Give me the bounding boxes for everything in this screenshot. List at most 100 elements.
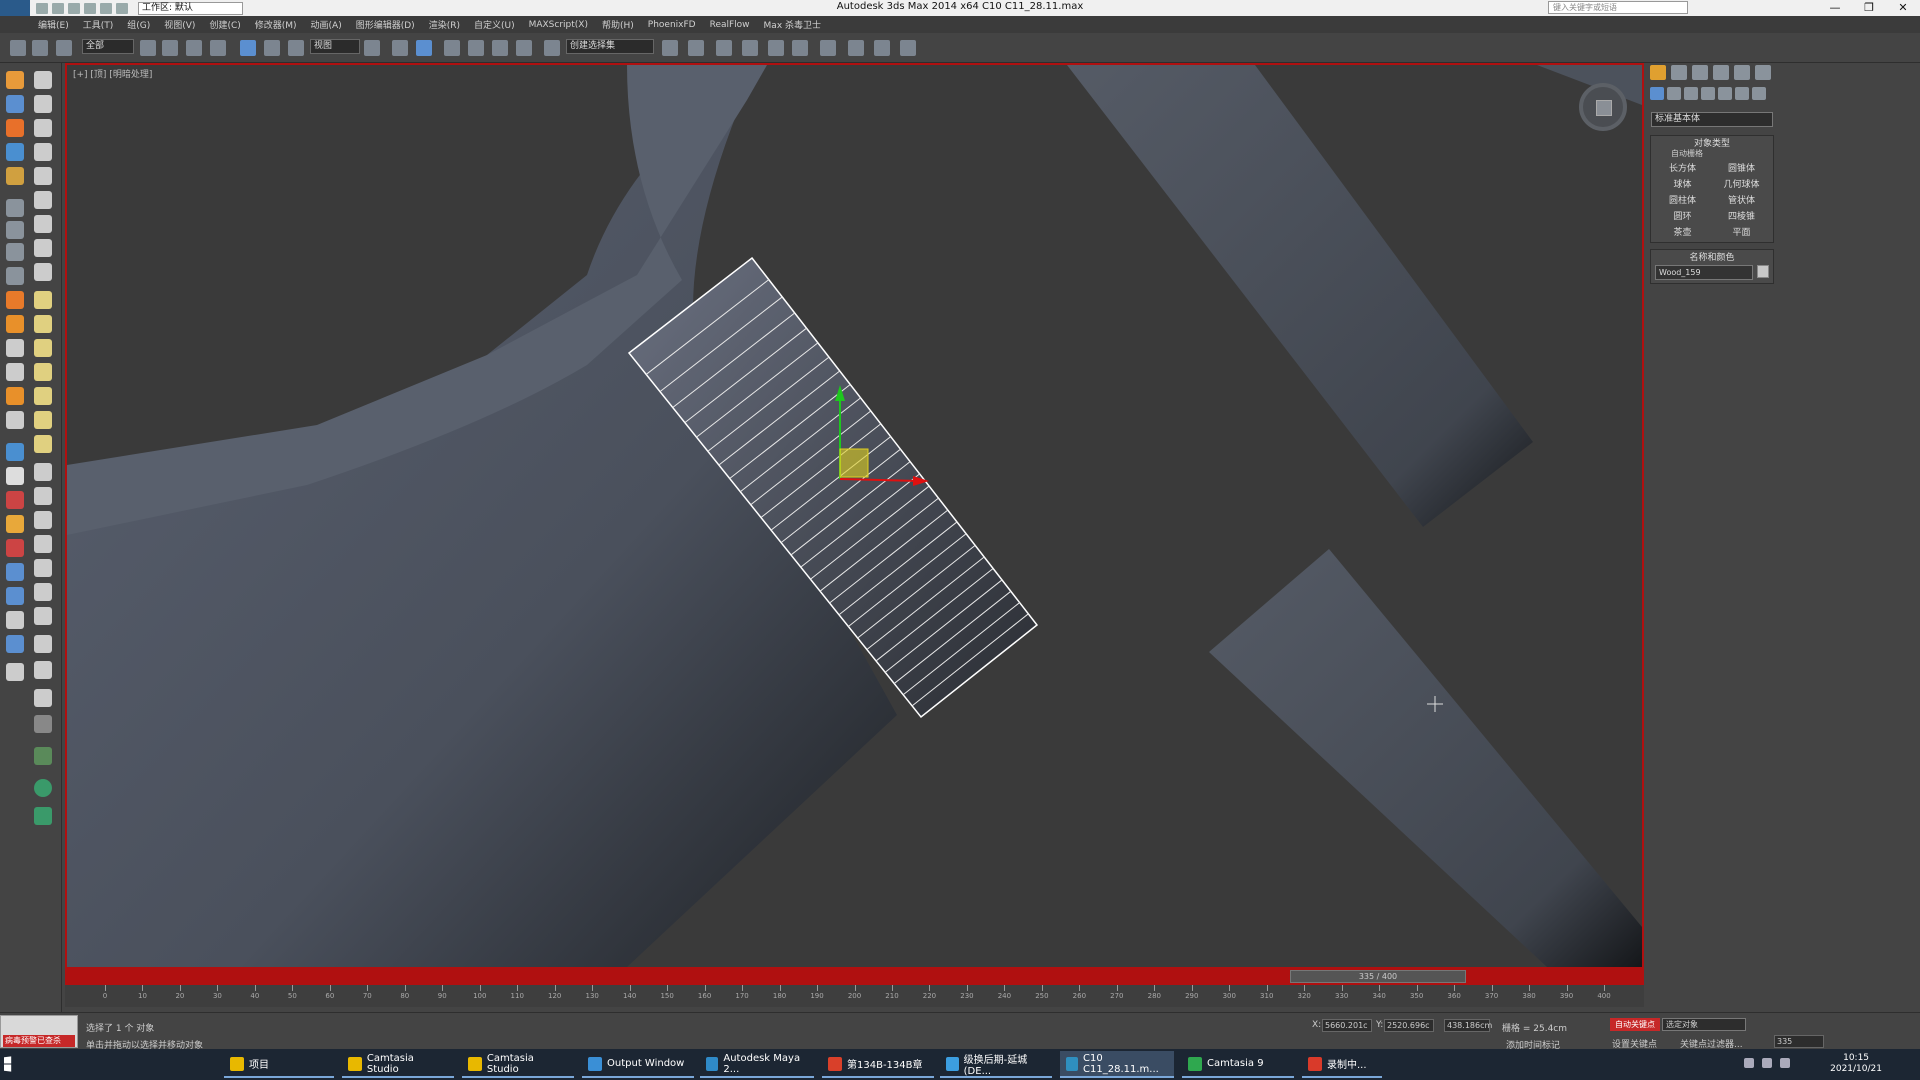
menu-create[interactable]: 创建(C) [209, 18, 240, 31]
keyboard-shortcut-icon[interactable] [416, 40, 432, 56]
stop-icon[interactable] [6, 243, 24, 261]
select-by-name-icon[interactable] [162, 40, 178, 56]
light-icon[interactable] [34, 191, 52, 209]
percent-snap-icon[interactable] [492, 40, 508, 56]
menu-max-antivirus[interactable]: Max 杀毒卫士 [764, 18, 821, 31]
space-warp-icon[interactable] [34, 263, 52, 281]
pause-icon[interactable] [6, 221, 24, 239]
align-icon[interactable] [688, 40, 704, 56]
antivirus-scan-icon[interactable] [34, 779, 52, 797]
undo-icon[interactable] [84, 2, 96, 14]
name-color-title[interactable]: 名称和颜色 [1651, 250, 1773, 263]
taskbar-app-button[interactable]: 项目 [224, 1051, 334, 1078]
cylinder-button[interactable]: 圆柱体 [1655, 194, 1710, 208]
ime-icon[interactable] [1780, 1058, 1790, 1068]
domain-icon[interactable] [6, 467, 24, 485]
max-tool-icon[interactable] [6, 71, 24, 89]
named-selection-dropdown[interactable]: 创建选择集 [566, 39, 654, 54]
project-folder-icon[interactable] [116, 2, 128, 14]
select-rotate-icon[interactable] [264, 40, 280, 56]
workspace-dropdown[interactable]: 工作区: 默认 [138, 1, 243, 15]
sun-icon[interactable] [34, 411, 52, 429]
mirror-icon[interactable] [662, 40, 678, 56]
object-type-title[interactable]: 对象类型 [1651, 136, 1773, 149]
cache-icon[interactable] [6, 635, 24, 653]
z-coordinate-field[interactable]: 438.186cm [1444, 1019, 1492, 1032]
script-icon[interactable] [34, 119, 52, 137]
unlink-icon[interactable] [32, 40, 48, 56]
network-icon[interactable] [1744, 1058, 1754, 1068]
render-setup-icon[interactable] [848, 40, 864, 56]
frame-slider[interactable]: 335 / 400 [1290, 970, 1466, 983]
simulator-icon[interactable] [6, 387, 24, 405]
grid-icon[interactable] [34, 167, 52, 185]
helpers-icon[interactable] [1718, 87, 1732, 100]
export-icon[interactable] [6, 563, 24, 581]
restore-button[interactable]: ❐ [1852, 0, 1886, 16]
cone-button[interactable]: 圆锥体 [1714, 162, 1769, 176]
torus-primitive-icon[interactable] [34, 363, 52, 381]
volume-icon[interactable] [1762, 1058, 1772, 1068]
select-move-icon[interactable] [240, 40, 256, 56]
schematic-view-icon[interactable] [792, 40, 808, 56]
viewport-label[interactable]: [+] [顶] [明暗处理] [73, 67, 152, 80]
viewport-scene[interactable] [67, 65, 1642, 967]
redo-icon[interactable] [100, 2, 112, 14]
geometry-icon[interactable] [1650, 87, 1664, 100]
menu-rendering[interactable]: 渲染(R) [429, 18, 460, 31]
rect-selection-icon[interactable] [186, 40, 202, 56]
shapes-icon[interactable] [1667, 87, 1681, 100]
time-slider-bar[interactable]: 335 / 400 [65, 969, 1644, 985]
object-color-swatch[interactable] [1757, 265, 1769, 278]
systems-icon[interactable] [1752, 87, 1766, 100]
geosphere-button[interactable]: 几何球体 [1714, 178, 1769, 192]
phoenix-liquid-icon[interactable] [6, 315, 24, 333]
water-effect-icon[interactable] [6, 143, 24, 161]
pyramid-icon[interactable] [34, 511, 52, 529]
menu-phoenixfd[interactable]: PhoenixFD [648, 20, 696, 30]
modify-tab-icon[interactable] [1671, 65, 1687, 80]
menu-help[interactable]: 帮助(H) [602, 18, 634, 31]
graphite-ribbon-icon[interactable] [742, 40, 758, 56]
phoenix-fire-icon[interactable] [6, 291, 24, 309]
sphere-button[interactable]: 球体 [1655, 178, 1710, 192]
angle-snap-icon[interactable] [468, 40, 484, 56]
taskbar-app-button[interactable]: 录制中... [1302, 1051, 1382, 1078]
cylinder-primitive-icon[interactable] [34, 339, 52, 357]
edit-named-selection-icon[interactable] [544, 40, 560, 56]
lights-icon[interactable] [1684, 87, 1698, 100]
menu-modifiers[interactable]: 修改器(M) [255, 18, 297, 31]
menu-group[interactable]: 组(G) [127, 18, 150, 31]
max-antivirus-icon[interactable] [34, 747, 52, 765]
emitter-icon[interactable] [6, 363, 24, 381]
particle-icon[interactable] [6, 167, 24, 185]
menu-maxscript[interactable]: MAXScript(X) [529, 20, 588, 30]
taskbar-app-button[interactable]: 级换后期-延城(DE... [940, 1051, 1052, 1078]
layer-manager-icon[interactable] [716, 40, 732, 56]
bind-space-warp-icon[interactable] [56, 40, 72, 56]
object-name-input[interactable]: Wood_159 [1655, 265, 1753, 280]
start-menu-icon[interactable] [4, 1056, 12, 1072]
viewcube-icon[interactable] [1579, 83, 1627, 131]
material-ball-icon[interactable] [34, 635, 52, 653]
window-crossing-icon[interactable] [210, 40, 226, 56]
camera-icon[interactable] [34, 215, 52, 233]
tree-icon[interactable] [34, 559, 52, 577]
close-button[interactable]: ✕ [1886, 0, 1920, 16]
spinner-snap-icon[interactable] [516, 40, 532, 56]
sphere-primitive-icon[interactable] [34, 315, 52, 333]
display-tab-icon[interactable] [1734, 65, 1750, 80]
menu-customize[interactable]: 自定义(U) [474, 18, 515, 31]
mesh-icon[interactable] [6, 515, 24, 533]
geometry-category-dropdown[interactable]: 标准基本体 [1651, 112, 1773, 127]
hierarchy-tab-icon[interactable] [1692, 65, 1708, 80]
stairs-icon[interactable] [34, 583, 52, 601]
settings-icon[interactable] [6, 611, 24, 629]
door-icon[interactable] [34, 607, 52, 625]
taskbar-app-button[interactable]: Camtasia Studio [462, 1051, 574, 1078]
select-scale-icon[interactable] [288, 40, 304, 56]
system-clock[interactable]: 10:15 2021/10/21 [1830, 1053, 1882, 1075]
plane-button[interactable]: 平面 [1714, 226, 1769, 240]
import-icon[interactable] [6, 587, 24, 605]
cloth-icon[interactable] [34, 71, 52, 89]
